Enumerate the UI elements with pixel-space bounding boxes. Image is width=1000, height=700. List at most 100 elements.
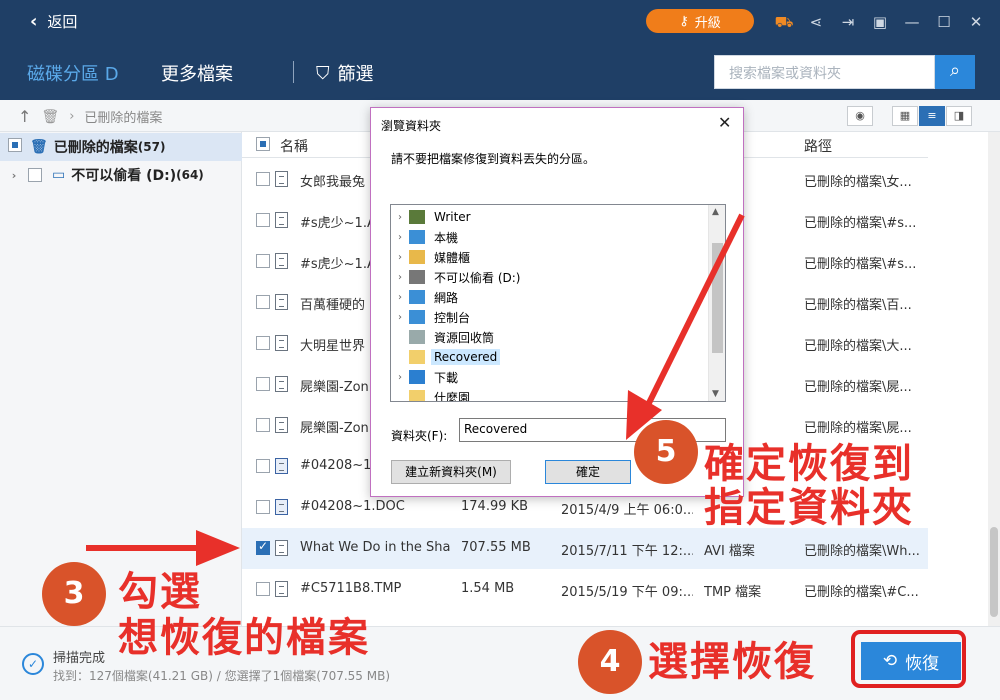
new-folder-button[interactable]: 建立新資料夾(M) — [391, 460, 511, 484]
ok-button[interactable]: 確定 — [545, 460, 631, 484]
row-checkbox[interactable] — [256, 336, 270, 350]
scroll-down-icon[interactable]: ▼ — [712, 389, 719, 399]
tree-expand-icon[interactable]: › — [391, 312, 409, 323]
row-checkbox[interactable] — [256, 459, 270, 473]
cart-icon[interactable]: ⛟ — [774, 12, 794, 32]
tree-item[interactable]: Recovered — [391, 347, 709, 367]
step-3-line1: 勾選 — [118, 569, 202, 615]
row-checkbox[interactable] — [256, 295, 270, 309]
share-icon[interactable]: ⋖ — [806, 12, 826, 32]
preview-eye-button[interactable]: ◉ — [847, 106, 873, 126]
list-view-button[interactable]: ≡ — [919, 106, 945, 126]
cell-path: 已刪除的檔案\大... — [804, 339, 912, 354]
tree-expand-icon[interactable]: › — [391, 372, 409, 383]
tab-disk-partition[interactable]: 磁碟分區 D — [27, 60, 119, 86]
tree-item-label: 控制台 — [434, 310, 471, 325]
tree-scrollbar-thumb[interactable] — [712, 243, 723, 353]
minimize-icon[interactable]: — — [902, 12, 922, 32]
tree-expand-icon[interactable]: › — [391, 272, 409, 283]
row-checkbox[interactable] — [256, 500, 270, 514]
upgrade-label: 升級 — [694, 15, 721, 31]
cell-type: AVI 檔案 — [704, 544, 755, 559]
cell-path: 已刪除的檔案\#C... — [804, 585, 919, 600]
sidebar-checkbox[interactable] — [28, 168, 42, 182]
tree-item-label: Writer — [434, 210, 471, 224]
scrollbar-thumb[interactable] — [990, 527, 998, 617]
tree-item[interactable]: 資源回收筒 — [391, 327, 709, 347]
step-5-line2: 指定資料夾 — [704, 485, 914, 531]
tree-item[interactable]: › 下載 — [391, 367, 709, 387]
search-input[interactable]: 搜索檔案或資料夾 — [714, 55, 935, 89]
recover-highlight-frame — [851, 630, 966, 688]
tree-item[interactable]: › 網路 — [391, 287, 709, 307]
upgrade-button[interactable]: ⚷ 升級 — [646, 9, 754, 33]
row-checkbox[interactable] — [256, 582, 270, 596]
file-icon — [275, 294, 288, 310]
close-icon[interactable]: ✕ — [966, 12, 986, 32]
scrollbar[interactable] — [988, 132, 1000, 626]
cell-name: #C5711B8.TMP — [300, 581, 402, 596]
row-checkbox[interactable] — [256, 254, 270, 268]
cell-date: 2015/5/19 下午 09:... — [561, 585, 693, 600]
tree-scrollbar[interactable]: ▲ ▼ — [708, 205, 725, 401]
dialog-close-icon[interactable]: ✕ — [718, 113, 731, 132]
tree-item-label: Recovered — [431, 349, 501, 365]
tree-item[interactable]: › Writer — [391, 207, 709, 227]
row-checkbox[interactable] — [256, 172, 270, 186]
tree-item[interactable]: 什麼園 — [391, 387, 709, 401]
breadcrumb: ↑ 🗑 › 已刪除的檔案 — [18, 107, 162, 126]
grid-view-button[interactable]: ▦ — [892, 106, 918, 126]
tab-more-files[interactable]: 更多檔案 — [161, 60, 233, 86]
tree-item-label: 不可以偷看 (D:) — [434, 270, 521, 285]
sign-in-icon[interactable]: ⇥ — [838, 12, 858, 32]
tree-expand-icon[interactable]: › — [391, 232, 409, 243]
select-all-checkbox[interactable] — [256, 137, 270, 151]
tree-item-label: 下載 — [434, 370, 459, 385]
cell-path: 已刪除的檔案\百... — [804, 298, 912, 313]
tree-expand-icon[interactable]: › — [391, 292, 409, 303]
tree-item[interactable]: › 媒體櫃 — [391, 247, 709, 267]
eye-icon: ◉ — [855, 109, 865, 122]
back-button[interactable]: ‹ 返回 — [30, 11, 77, 32]
expand-arrow-icon[interactable]: › — [0, 169, 28, 182]
filter-label: 篩選 — [337, 64, 374, 85]
tree-expand-icon[interactable]: › — [391, 212, 409, 223]
cell-date: 2015/4/9 上午 06:0... — [561, 503, 693, 518]
detail-view-button[interactable]: ◨ — [946, 106, 972, 126]
tree-item-label: 資源回收筒 — [434, 330, 495, 345]
sidebar-checkbox[interactable] — [8, 138, 22, 152]
row-checkbox[interactable] — [256, 377, 270, 391]
tree-item[interactable]: › 控制台 — [391, 307, 709, 327]
sidebar-item-drive-d[interactable]: › ▭ 不可以偷看 (D:) (64) — [0, 161, 242, 189]
tree-item[interactable]: › 不可以偷看 (D:) — [391, 267, 709, 287]
trash-icon: 🗑 — [30, 139, 48, 155]
file-icon — [275, 253, 288, 269]
breadcrumb-path[interactable]: 已刪除的檔案 — [84, 107, 162, 126]
row-checkbox[interactable] — [256, 213, 270, 227]
drive-icon — [409, 270, 425, 284]
chevron-right-icon: › — [69, 109, 75, 124]
table-row[interactable]: #C5711B8.TMP 1.54 MB 2015/5/19 下午 09:... TM… — [242, 569, 928, 610]
tree-item[interactable]: › 本機 — [391, 227, 709, 247]
search-button[interactable]: ⌕ — [935, 55, 975, 89]
table-row[interactable]: What We Do in the Sha... 707.55 MB 2015/7/… — [242, 528, 928, 569]
folder-field-label: 資料夾(F): — [391, 429, 448, 443]
up-arrow-icon[interactable]: ↑ — [18, 107, 31, 126]
scroll-up-icon[interactable]: ▲ — [712, 207, 719, 217]
dropdown-menu-icon[interactable]: ▣ — [870, 12, 890, 32]
column-header-name[interactable]: 名稱 — [280, 136, 308, 156]
file-icon — [275, 499, 288, 515]
column-header-path[interactable]: 路徑 — [804, 136, 832, 156]
filter-button[interactable]: ⛉ 篩選 — [316, 60, 374, 86]
maximize-icon[interactable]: ☐ — [934, 12, 954, 32]
tree-item-label: 媒體櫃 — [434, 250, 471, 265]
grid-icon: ▦ — [899, 109, 911, 122]
file-icon — [275, 212, 288, 228]
cell-name: What We Do in the Sha... — [300, 540, 450, 555]
sidebar-item-deleted-files[interactable]: 🗑 已刪除的檔案 (57) — [0, 133, 242, 161]
tree-expand-icon[interactable]: › — [391, 252, 409, 263]
row-checkbox[interactable] — [256, 418, 270, 432]
row-checkbox[interactable] — [256, 539, 270, 555]
sidebar-item-label: 已刪除的檔案 — [53, 140, 138, 156]
sidebar-item-count: (57) — [137, 140, 166, 154]
